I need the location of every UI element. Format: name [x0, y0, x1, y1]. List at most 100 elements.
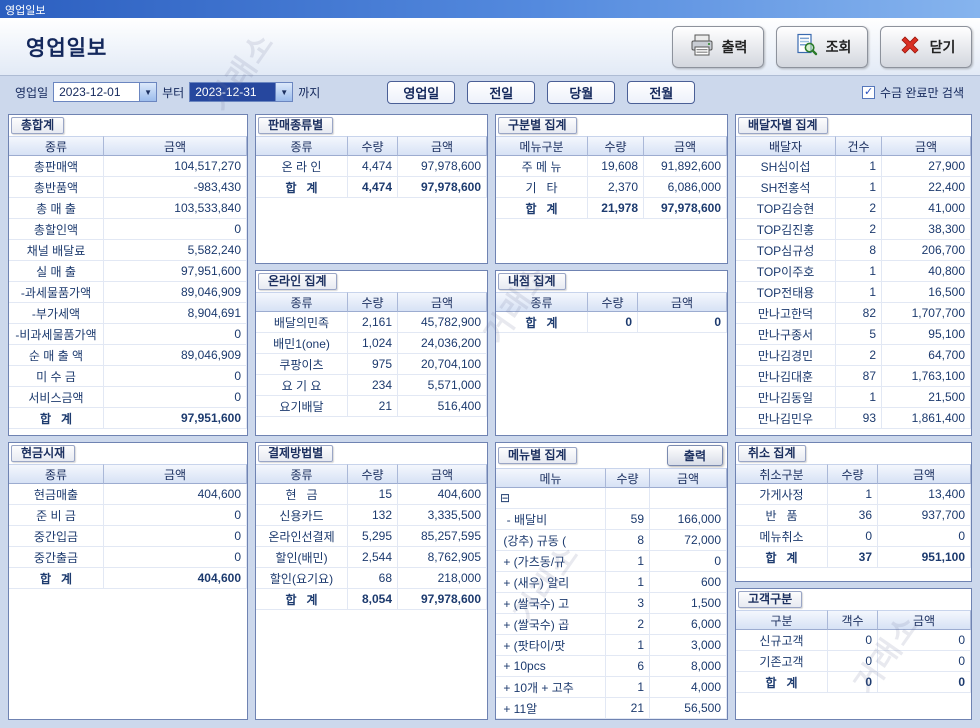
table-row[interactable]: 실 매 출 97,951,600: [9, 261, 247, 282]
table-row[interactable]: 쿠팡이츠 975 20,704,100: [256, 354, 487, 375]
menu-print-button[interactable]: 출력: [666, 445, 723, 466]
table-row[interactable]: 현 금 15 404,600: [256, 484, 487, 505]
table-row[interactable]: -과세물품가액 89,046,909: [9, 282, 247, 303]
table-row[interactable]: -부가세액 8,904,691: [9, 303, 247, 324]
table-row[interactable]: 온라인선결제 5,295 85,257,595: [256, 526, 487, 547]
table-row[interactable]: TOP김승현 2 41,000: [736, 198, 971, 219]
table-cell: 서비스금액: [9, 387, 104, 408]
table-row[interactable]: 기 타 2,370 6,086,000: [496, 177, 727, 198]
table-cell: 234: [348, 375, 398, 396]
table-row[interactable]: 중간출금 0: [9, 547, 247, 568]
table-cell: 36: [828, 505, 878, 526]
range-button-previous-month[interactable]: 전월: [627, 80, 696, 104]
table-row[interactable]: + (쌀국수) 고 3 1,500: [496, 593, 727, 614]
table-row[interactable]: 미 수 금0: [9, 366, 247, 387]
table-row[interactable]: 만나고한덕 82 1,707,700: [736, 303, 971, 324]
table-row[interactable]: 배달의민족 2,161 45,782,900: [256, 312, 487, 333]
table-cell: 22,400: [882, 177, 971, 198]
date-from-select[interactable]: 2023-12-01 ▼: [53, 82, 158, 102]
header-buttons: 출력 조회 닫기: [672, 25, 972, 68]
table-row[interactable]: 신용카드 132 3,335,500: [256, 505, 487, 526]
table-row[interactable]: TOP전태용 1 16,500: [736, 282, 971, 303]
table-header-row: 종류 수량 금액: [496, 292, 727, 312]
table-row[interactable]: 합 계00: [496, 312, 727, 333]
table-row[interactable]: 합 계 21,978 97,978,600: [496, 198, 727, 219]
table-row[interactable]: 총할인액 0: [9, 219, 247, 240]
table-row[interactable]: 만나김민우 93 1,861,400: [736, 408, 971, 429]
table-cell: 97,978,600: [398, 156, 487, 177]
table-row[interactable]: 합 계 404,600: [9, 568, 247, 589]
table-row[interactable]: 만나김경민 2 64,700: [736, 345, 971, 366]
date-to-select[interactable]: 2023-12-31 ▼: [189, 82, 294, 102]
table-row[interactable]: 온 라 인 4,474 97,978,600: [256, 156, 487, 177]
table-cell: 21,500: [882, 387, 971, 408]
chevron-down-icon[interactable]: ▼: [275, 83, 293, 101]
table-row[interactable]: TOP심규성 8 206,700: [736, 240, 971, 261]
table-row[interactable]: 요기배달 21 516,400: [256, 396, 487, 417]
range-button-current-month[interactable]: 당월: [547, 80, 616, 104]
table-row[interactable]: 메뉴취소 0 0: [736, 526, 971, 547]
table-row[interactable]: 총 매 출 103,533,840: [9, 198, 247, 219]
table-cell: + (쌀국수) 곱: [496, 614, 606, 635]
close-button[interactable]: 닫기: [880, 25, 972, 68]
table-row[interactable]: 요 기 요 234 5,571,000: [256, 375, 487, 396]
table-row[interactable]: SH심이섭 1 27,900: [736, 156, 971, 177]
table-cell: TOP이주호: [736, 261, 836, 282]
table-row[interactable]: 주 메 뉴 19,608 91,892,600: [496, 156, 727, 177]
print-button[interactable]: 출력: [672, 25, 764, 68]
query-button[interactable]: 조회: [776, 25, 868, 68]
table-row[interactable]: ⊟: [496, 488, 727, 509]
table-row[interactable]: 만나구종서 5 95,100: [736, 324, 971, 345]
table-row[interactable]: 만나김동일 1 21,500: [736, 387, 971, 408]
table-row[interactable]: 중간입금 0: [9, 526, 247, 547]
table-row[interactable]: 기존고객 0 0: [736, 651, 971, 672]
table-row[interactable]: + (쌀국수) 곱 2 6,000: [496, 614, 727, 635]
table-row[interactable]: + (가츠동/규 1 0: [496, 551, 727, 572]
table-row[interactable]: SH전홍석 1 22,400: [736, 177, 971, 198]
table-row[interactable]: 합 계 97,951,600: [9, 408, 247, 429]
table-row[interactable]: + 10pcs 6 8,000: [496, 656, 727, 677]
table-row[interactable]: 총반품액 -983,430: [9, 177, 247, 198]
table-row[interactable]: 합 계00: [736, 672, 971, 693]
printer-icon: [689, 33, 715, 60]
table-row[interactable]: 합 계 37 951,100: [736, 547, 971, 568]
table-cell: 404,600: [398, 484, 487, 505]
panel-tab: 구분별 집계: [498, 117, 577, 134]
table-cell: 2,370: [588, 177, 644, 198]
table-row[interactable]: 순 매 출 액 89,046,909: [9, 345, 247, 366]
table-row[interactable]: + (팟타이/팟 1 3,000: [496, 635, 727, 656]
table-row[interactable]: -비과세물품가액 0: [9, 324, 247, 345]
table-row[interactable]: 반 품 36 937,700: [736, 505, 971, 526]
range-button-business-day[interactable]: 영업일: [387, 80, 456, 104]
table-row[interactable]: (강추) 규동 (8 72,000: [496, 530, 727, 551]
checkbox-icon[interactable]: ✓: [862, 85, 876, 99]
table-row[interactable]: + (새우) 알리 1 600: [496, 572, 727, 593]
table-row[interactable]: TOP이주호 1 40,800: [736, 261, 971, 282]
table-row[interactable]: + 10개 + 고추 1 4,000: [496, 677, 727, 698]
table-row[interactable]: - 배달비 59 166,000: [496, 509, 727, 530]
table-row[interactable]: 할인(배민) 2,544 8,762,905: [256, 547, 487, 568]
column-header: 종류: [256, 136, 348, 156]
table-row[interactable]: 현금매출 404,600: [9, 484, 247, 505]
column-header: 수량: [828, 464, 878, 484]
panel-total-summary: 총합계 종류 금액 총판매액 104,517,270 총반품액 -983,430 총 매 출…: [8, 114, 248, 436]
table-row[interactable]: 가게사정 1 13,400: [736, 484, 971, 505]
collection-complete-filter[interactable]: ✓ 수금 완료만 검색: [862, 84, 964, 101]
table-row[interactable]: 서비스금액 0: [9, 387, 247, 408]
range-button-previous-day[interactable]: 전일: [467, 80, 536, 104]
table-row[interactable]: 배민1(one) 1,024 24,036,200: [256, 333, 487, 354]
table-row[interactable]: 준 비 금0: [9, 505, 247, 526]
table-cell: 6,086,000: [644, 177, 727, 198]
menu-summary-table: 메뉴 수량 금액 ⊟ - 배달비 59 166,000 (강추) 규동 (8 72,000 …: [496, 468, 727, 719]
table-row[interactable]: 신규고객 0 0: [736, 630, 971, 651]
table-row[interactable]: + 11알 21 56,500: [496, 698, 727, 719]
chevron-down-icon[interactable]: ▼: [139, 83, 157, 101]
table-row[interactable]: 만나김대훈 87 1,763,100: [736, 366, 971, 387]
table-row[interactable]: 총판매액 104,517,270: [9, 156, 247, 177]
column-header: 금액: [398, 292, 487, 312]
table-row[interactable]: TOP김진홍 2 38,300: [736, 219, 971, 240]
table-row[interactable]: 합 계 8,054 97,978,600: [256, 589, 487, 610]
table-row[interactable]: 채널 배달료 5,582,240: [9, 240, 247, 261]
table-row[interactable]: 할인(요기요) 68 218,000: [256, 568, 487, 589]
table-row[interactable]: 합 계 4,474 97,978,600: [256, 177, 487, 198]
